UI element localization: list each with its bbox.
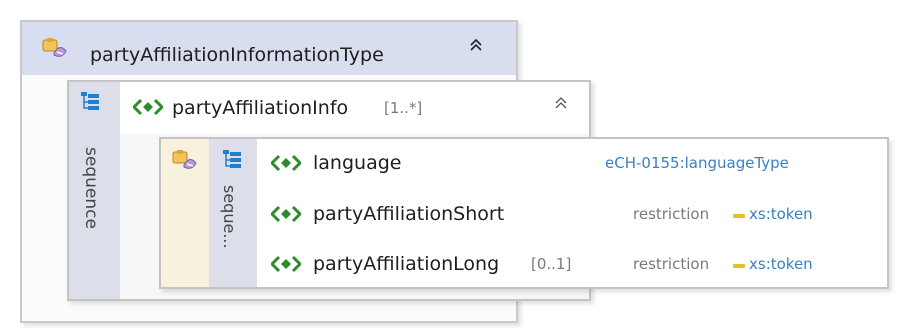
type-link[interactable]: xs:token — [749, 252, 813, 276]
restriction-label: restriction — [633, 205, 710, 223]
sequence-label: sequence — [81, 147, 101, 229]
element-diamond-icon — [271, 255, 301, 273]
child-element-name[interactable]: partyAffiliationShort — [313, 202, 504, 226]
type-link[interactable]: xs:token — [749, 202, 813, 226]
complex-type-icon — [170, 149, 200, 173]
child-element-name[interactable]: partyAffiliationLong — [313, 252, 499, 276]
element-diamond-icon — [271, 205, 301, 223]
sequence-tree-icon — [80, 91, 100, 111]
type-link[interactable]: eCH-0155:languageType — [605, 151, 789, 175]
restriction-bar-icon — [733, 214, 745, 218]
sequence-label: seque... — [220, 185, 239, 249]
child-element-name[interactable]: language — [313, 151, 401, 175]
element-diamond-icon — [271, 154, 301, 172]
element-diamond-icon — [133, 98, 163, 116]
collapse-icon[interactable] — [469, 38, 483, 52]
element-multiplicity: [1..*] — [384, 99, 423, 117]
restriction-label: restriction — [633, 255, 710, 273]
complex-type-name: partyAffiliationInformationType — [90, 44, 384, 66]
element-name: partyAffiliationInfo — [172, 97, 349, 119]
restriction-bar-icon — [733, 264, 745, 268]
complex-type-icon — [40, 37, 70, 61]
collapse-icon[interactable] — [554, 96, 568, 110]
element-multiplicity: [0..1] — [531, 255, 572, 273]
sequence-tree-icon — [222, 149, 242, 169]
